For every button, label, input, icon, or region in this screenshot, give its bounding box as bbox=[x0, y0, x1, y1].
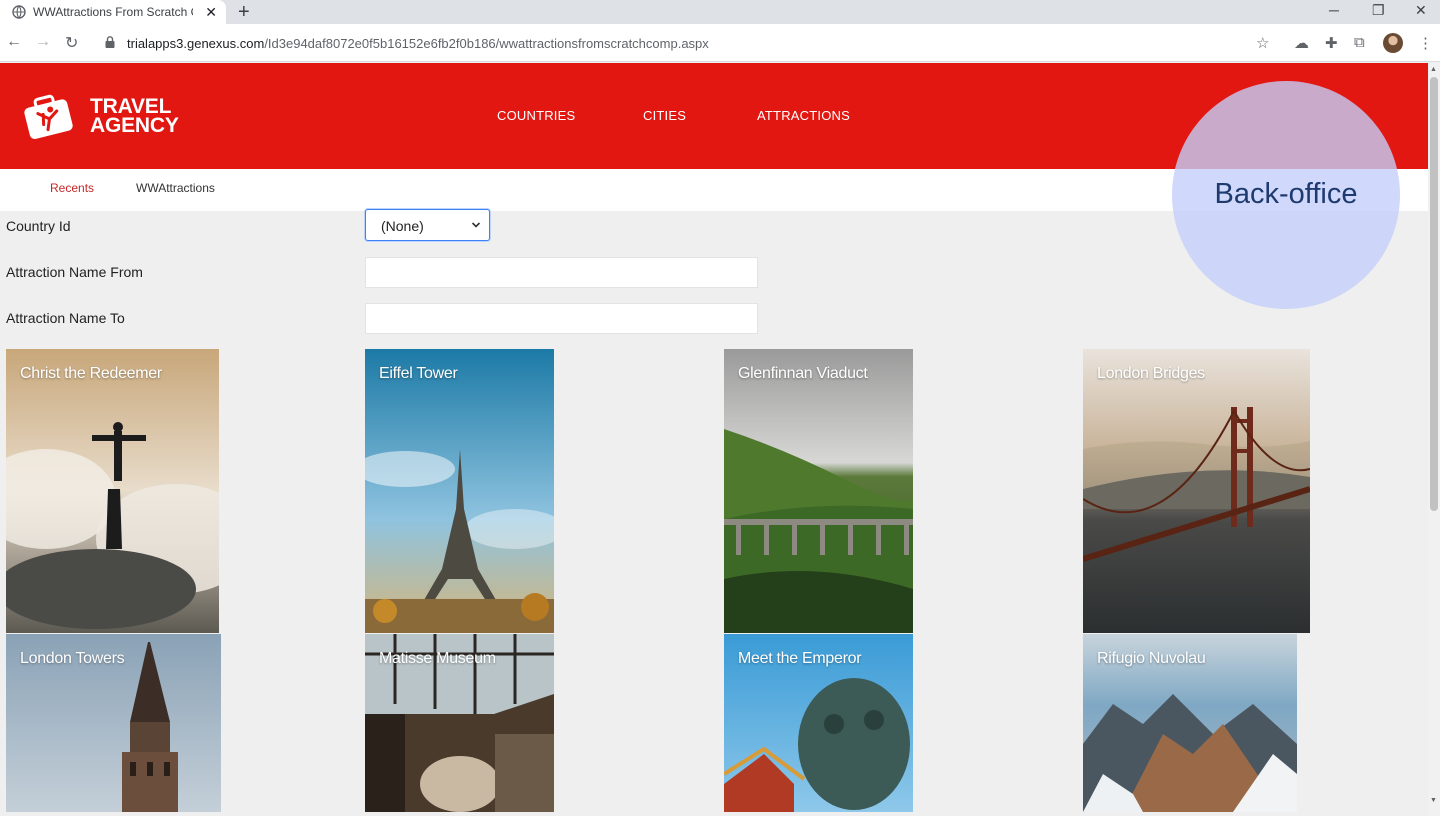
close-tab-icon[interactable]: ✕ bbox=[205, 4, 217, 21]
minimize-icon[interactable]: ─ bbox=[1329, 2, 1339, 18]
country-id-selected: (None) bbox=[381, 218, 424, 234]
name-from-label: Attraction Name From bbox=[6, 264, 143, 280]
back-office-label: Back-office bbox=[1214, 178, 1358, 210]
name-to-label: Attraction Name To bbox=[6, 310, 125, 326]
restore-icon[interactable]: ❐ bbox=[1372, 2, 1385, 19]
attraction-title: Meet the Emperor bbox=[738, 650, 862, 667]
eiffel-tower-image bbox=[365, 349, 554, 633]
attraction-card[interactable]: London Towers bbox=[6, 634, 221, 812]
cast-icon[interactable]: ⧉ bbox=[1354, 34, 1365, 51]
attraction-title: Matisse Museum bbox=[379, 650, 496, 667]
scroll-thumb[interactable] bbox=[1430, 77, 1438, 511]
browser-tab-bar: WWAttractions From Scratch Com ✕ + ─ ❐ ✕ bbox=[0, 0, 1440, 24]
extensions-puzzle-icon[interactable]: ✚ bbox=[1325, 34, 1338, 52]
scroll-up-icon[interactable]: ▲ bbox=[1430, 66, 1437, 73]
attraction-card[interactable]: Eiffel Tower bbox=[365, 349, 554, 633]
attraction-title: London Bridges bbox=[1097, 365, 1205, 382]
page-scrollbar[interactable]: ▲ ▼ bbox=[1428, 63, 1440, 816]
name-from-input[interactable] bbox=[365, 257, 758, 288]
country-id-label: Country Id bbox=[6, 218, 71, 234]
profile-avatar[interactable] bbox=[1383, 33, 1403, 53]
suitcase-logo-icon[interactable] bbox=[22, 93, 76, 139]
chevron-down-icon bbox=[471, 222, 481, 228]
attraction-title: Eiffel Tower bbox=[379, 365, 458, 382]
glenfinnan-viaduct-image bbox=[724, 349, 913, 633]
extension-drive-icon[interactable]: ☁ bbox=[1294, 34, 1309, 52]
attraction-card[interactable]: Meet the Emperor bbox=[724, 634, 913, 812]
country-id-select[interactable]: (None) bbox=[365, 209, 490, 241]
attraction-card[interactable]: Rifugio Nuvolau bbox=[1083, 634, 1297, 812]
attraction-card[interactable]: London Bridges bbox=[1083, 349, 1310, 633]
attraction-title: London Towers bbox=[20, 650, 125, 667]
close-window-icon[interactable]: ✕ bbox=[1415, 2, 1427, 19]
reload-icon[interactable]: ↻ bbox=[65, 33, 78, 53]
attraction-card[interactable]: Glenfinnan Viaduct bbox=[724, 349, 913, 633]
christ-the-redeemer-image bbox=[6, 349, 219, 633]
brand-name[interactable]: TRAVEL AGENCY bbox=[90, 96, 179, 137]
back-icon[interactable]: ← bbox=[6, 33, 22, 51]
more-menu-icon[interactable]: ⋮ bbox=[1418, 34, 1433, 52]
tab-title: WWAttractions From Scratch Com bbox=[33, 5, 193, 19]
lock-icon[interactable] bbox=[105, 36, 115, 48]
bookmark-star-icon[interactable]: ☆ bbox=[1256, 34, 1269, 52]
attraction-title: Rifugio Nuvolau bbox=[1097, 650, 1206, 667]
breadcrumb-current[interactable]: WWAttractions bbox=[136, 181, 215, 195]
scroll-down-icon[interactable]: ▼ bbox=[1430, 797, 1437, 804]
browser-tab[interactable]: WWAttractions From Scratch Com ✕ bbox=[0, 0, 226, 24]
london-bridges-image bbox=[1083, 349, 1310, 633]
breadcrumb-recents[interactable]: Recents bbox=[50, 181, 94, 195]
menu-attractions[interactable]: ATTRACTIONS bbox=[757, 108, 850, 123]
menu-cities[interactable]: CITIES bbox=[643, 108, 686, 123]
url-path: /Id3e94daf8072e0f5b16152e6fb2f0b186/wwat… bbox=[264, 36, 709, 51]
name-to-input[interactable] bbox=[365, 303, 758, 334]
url-field[interactable]: trialapps3.genexus.com/Id3e94daf8072e0f5… bbox=[127, 36, 709, 51]
brand-line-2: AGENCY bbox=[90, 114, 179, 137]
attraction-title: Christ the Redeemer bbox=[20, 365, 162, 382]
address-bar: ← → ↻ trialapps3.genexus.com/Id3e94daf80… bbox=[0, 24, 1440, 62]
attraction-title: Glenfinnan Viaduct bbox=[738, 365, 868, 382]
forward-icon[interactable]: → bbox=[35, 33, 51, 51]
attraction-card[interactable]: Christ the Redeemer bbox=[6, 349, 219, 633]
attraction-card[interactable]: Matisse Museum bbox=[365, 634, 554, 812]
url-host: trialapps3.genexus.com bbox=[127, 36, 265, 51]
globe-icon bbox=[12, 5, 26, 19]
menu-countries[interactable]: COUNTRIES bbox=[497, 108, 575, 123]
new-tab-icon[interactable]: + bbox=[238, 1, 250, 24]
